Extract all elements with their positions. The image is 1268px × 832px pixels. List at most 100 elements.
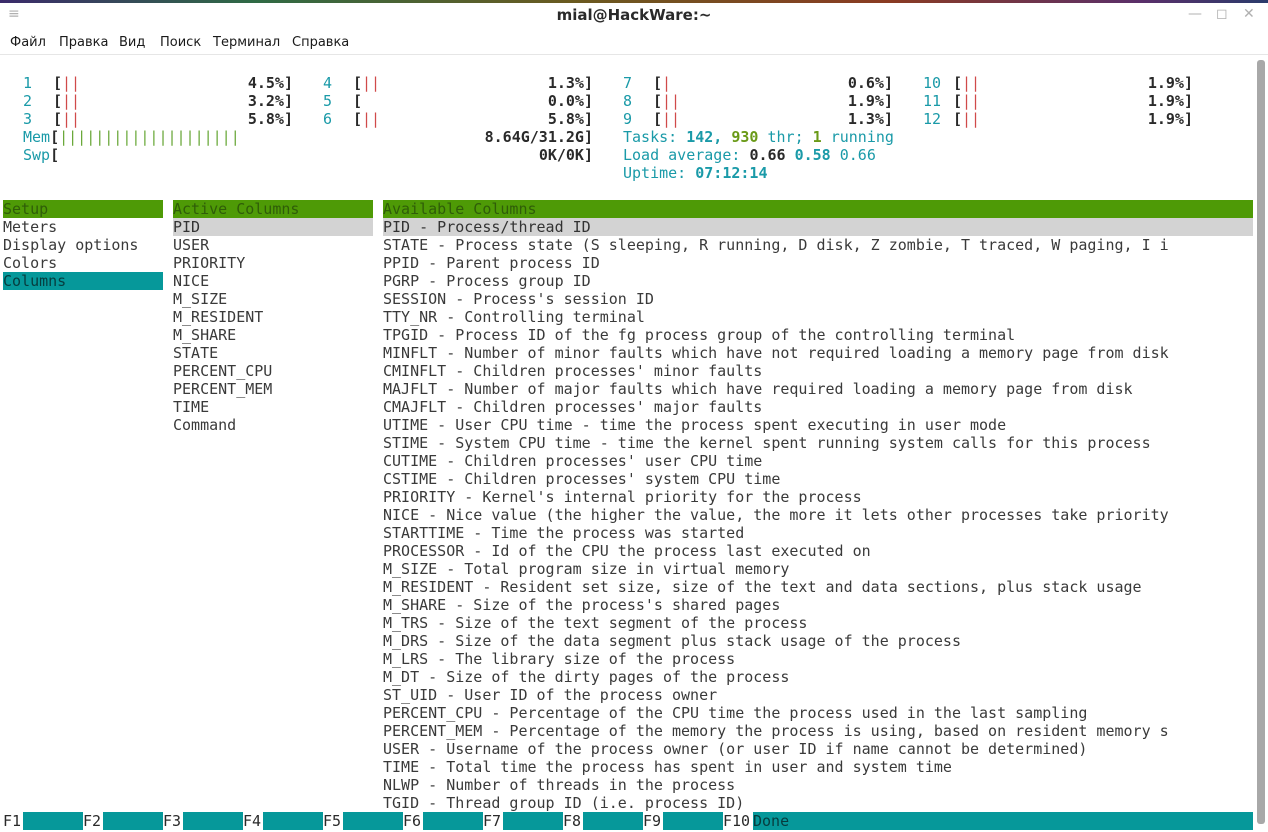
available-column-item[interactable]: UTIME - User CPU time - time the process… (383, 416, 1253, 434)
menu-help[interactable]: Справка (292, 35, 349, 50)
available-column-item[interactable]: PROCESSOR - Id of the CPU the process la… (383, 542, 1253, 560)
fkey-f1[interactable]: F1 (3, 812, 21, 830)
cpu-percent-9: 1.3%] (847, 110, 893, 128)
fkey-f9[interactable]: F9 (643, 812, 661, 830)
menu-search[interactable]: Поиск (160, 35, 201, 50)
tasks-line: Tasks: 142, 930 thr; 1 running (623, 128, 894, 146)
available-column-item[interactable]: M_LRS - The library size of the process (383, 650, 1253, 668)
minimize-icon[interactable]: — (1188, 6, 1202, 22)
available-column-item[interactable]: USER - Username of the process owner (or… (383, 740, 1253, 758)
setup-item-display-options[interactable]: Display options (3, 236, 138, 254)
cpu-meter-7: 7 [| (623, 74, 672, 92)
available-column-item[interactable]: PGRP - Process group ID (383, 272, 1253, 290)
menu-view[interactable]: Вид (119, 35, 145, 50)
available-column-item[interactable]: STARTTIME - Time the process was started (383, 524, 1253, 542)
available-column-item[interactable]: PERCENT_MEM - Percentage of the memory t… (383, 722, 1253, 740)
active-column-item[interactable]: M_SIZE (173, 290, 227, 308)
active-column-item[interactable]: M_SHARE (173, 326, 236, 344)
mem-meter: Mem[|||||||||||||||||||| (23, 128, 240, 146)
menu-edit[interactable]: Правка (59, 35, 108, 50)
window-title: mial@HackWare:~ (556, 6, 712, 24)
active-columns-header: Active Columns (173, 200, 373, 218)
cpu-percent-6: 5.8%] (547, 110, 593, 128)
available-column-item[interactable]: TIME - Total time the process has spent … (383, 758, 1253, 776)
fkey-f2-label[interactable] (103, 812, 163, 830)
active-column-item[interactable]: PRIORITY (173, 254, 245, 272)
active-column-item[interactable]: PERCENT_MEM (173, 380, 272, 398)
cpu-meter-4: 4 [|| (323, 74, 381, 92)
available-column-item[interactable]: M_SIZE - Total program size in virtual m… (383, 560, 1253, 578)
available-column-item[interactable]: M_DT - Size of the dirty pages of the pr… (383, 668, 1253, 686)
close-icon[interactable]: ✕ (1243, 6, 1255, 22)
available-column-item[interactable]: MINFLT - Number of minor faults which ha… (383, 344, 1253, 362)
fkey-f4-label[interactable] (263, 812, 323, 830)
active-column-item[interactable]: NICE (173, 272, 209, 290)
fkey-f10-label[interactable]: Done (753, 812, 1253, 830)
fkey-f3[interactable]: F3 (163, 812, 181, 830)
available-column-item[interactable]: M_DRS - Size of the data segment plus st… (383, 632, 1253, 650)
terminal-view[interactable]: 1 [|| 4.5%] 2 [|| 3.2%] 3 [|| 5.8%] 4 [|| 1.3%] 5[0.… (0, 56, 1256, 832)
active-column-item[interactable]: STATE (173, 344, 218, 362)
active-column-item[interactable]: TIME (173, 398, 209, 416)
fkey-f2[interactable]: F2 (83, 812, 101, 830)
cpu-meter-12: 12 [|| (923, 110, 981, 128)
cpu-meter-6: 6 [|| (323, 110, 381, 128)
available-column-item[interactable]: CMAJFLT - Children processes' major faul… (383, 398, 1253, 416)
scrollbar-thumb[interactable] (1257, 60, 1265, 824)
available-column-item[interactable]: TPGID - Process ID of the fg process gro… (383, 326, 1253, 344)
fkey-f7-label[interactable] (503, 812, 563, 830)
menu-terminal[interactable]: Терминал (213, 35, 280, 50)
setup-item-columns[interactable]: Columns (3, 272, 163, 290)
maximize-icon[interactable]: ◻ (1216, 6, 1228, 22)
available-columns-header: Available Columns (383, 200, 1253, 218)
fkey-f3-label[interactable] (183, 812, 243, 830)
fkey-f8[interactable]: F8 (563, 812, 581, 830)
cpu-percent-10: 1.9%] (1147, 74, 1193, 92)
available-column-item[interactable]: M_SHARE - Size of the process's shared p… (383, 596, 1253, 614)
fkey-f5[interactable]: F5 (323, 812, 341, 830)
active-column-item[interactable]: Command (173, 416, 236, 434)
setup-item-colors[interactable]: Colors (3, 254, 57, 272)
available-column-item[interactable]: CUTIME - Children processes' user CPU ti… (383, 452, 1253, 470)
active-column-item[interactable]: PID (173, 218, 373, 236)
available-column-item[interactable]: CSTIME - Children processes' system CPU … (383, 470, 1253, 488)
active-column-item[interactable]: PERCENT_CPU (173, 362, 272, 380)
fkey-f6-label[interactable] (423, 812, 483, 830)
available-column-item[interactable]: STATE - Process state (S sleeping, R run… (383, 236, 1253, 254)
available-column-item[interactable]: TGID - Thread group ID (i.e. process ID) (383, 794, 1253, 812)
window-titlebar: ≡ mial@HackWare:~ — ◻ ✕ (0, 0, 1268, 32)
available-column-item[interactable]: TTY_NR - Controlling terminal (383, 308, 1253, 326)
menu-file[interactable]: Файл (10, 35, 46, 50)
available-column-item[interactable]: M_RESIDENT - Resident set size, size of … (383, 578, 1253, 596)
fkey-f5-label[interactable] (343, 812, 403, 830)
available-column-item[interactable]: M_TRS - Size of the text segment of the … (383, 614, 1253, 632)
available-column-item[interactable]: STIME - System CPU time - time the kerne… (383, 434, 1253, 452)
fkey-f10[interactable]: F10 (723, 812, 750, 830)
available-column-item[interactable]: SESSION - Process's session ID (383, 290, 1253, 308)
available-column-item[interactable]: PID - Process/thread ID (383, 218, 1253, 236)
fkey-f6[interactable]: F6 (403, 812, 421, 830)
fkey-f1-label[interactable] (23, 812, 83, 830)
cpu-percent-11: 1.9%] (1147, 92, 1193, 110)
available-column-item[interactable]: ST_UID - User ID of the process owner (383, 686, 1253, 704)
available-column-item[interactable]: NLWP - Number of threads in the process (383, 776, 1253, 794)
available-column-item[interactable]: PRIORITY - Kernel's internal priority fo… (383, 488, 1253, 506)
cpu-percent-7: 0.6%] (847, 74, 893, 92)
available-column-item[interactable]: MAJFLT - Number of major faults which ha… (383, 380, 1253, 398)
available-column-item[interactable]: PPID - Parent process ID (383, 254, 1253, 272)
cpu-percent-3: 5.8%] (247, 110, 293, 128)
cpu-meter-1: 1 [|| (23, 74, 81, 92)
fkey-f7[interactable]: F7 (483, 812, 501, 830)
fkey-f9-label[interactable] (663, 812, 723, 830)
available-column-item[interactable]: PERCENT_CPU - Percentage of the CPU time… (383, 704, 1253, 722)
fkey-f4[interactable]: F4 (243, 812, 261, 830)
cpu-percent-2: 3.2%] (247, 92, 293, 110)
cpu-percent-5: 0.0%] (547, 92, 593, 110)
available-column-item[interactable]: CMINFLT - Children processes' minor faul… (383, 362, 1253, 380)
setup-item-meters[interactable]: Meters (3, 218, 57, 236)
active-column-item[interactable]: USER (173, 236, 209, 254)
available-column-item[interactable]: NICE - Nice value (the higher the value,… (383, 506, 1253, 524)
fkey-f8-label[interactable] (583, 812, 643, 830)
active-column-item[interactable]: M_RESIDENT (173, 308, 263, 326)
menubar: Файл Правка Вид Поиск Терминал Справка (0, 32, 1268, 55)
